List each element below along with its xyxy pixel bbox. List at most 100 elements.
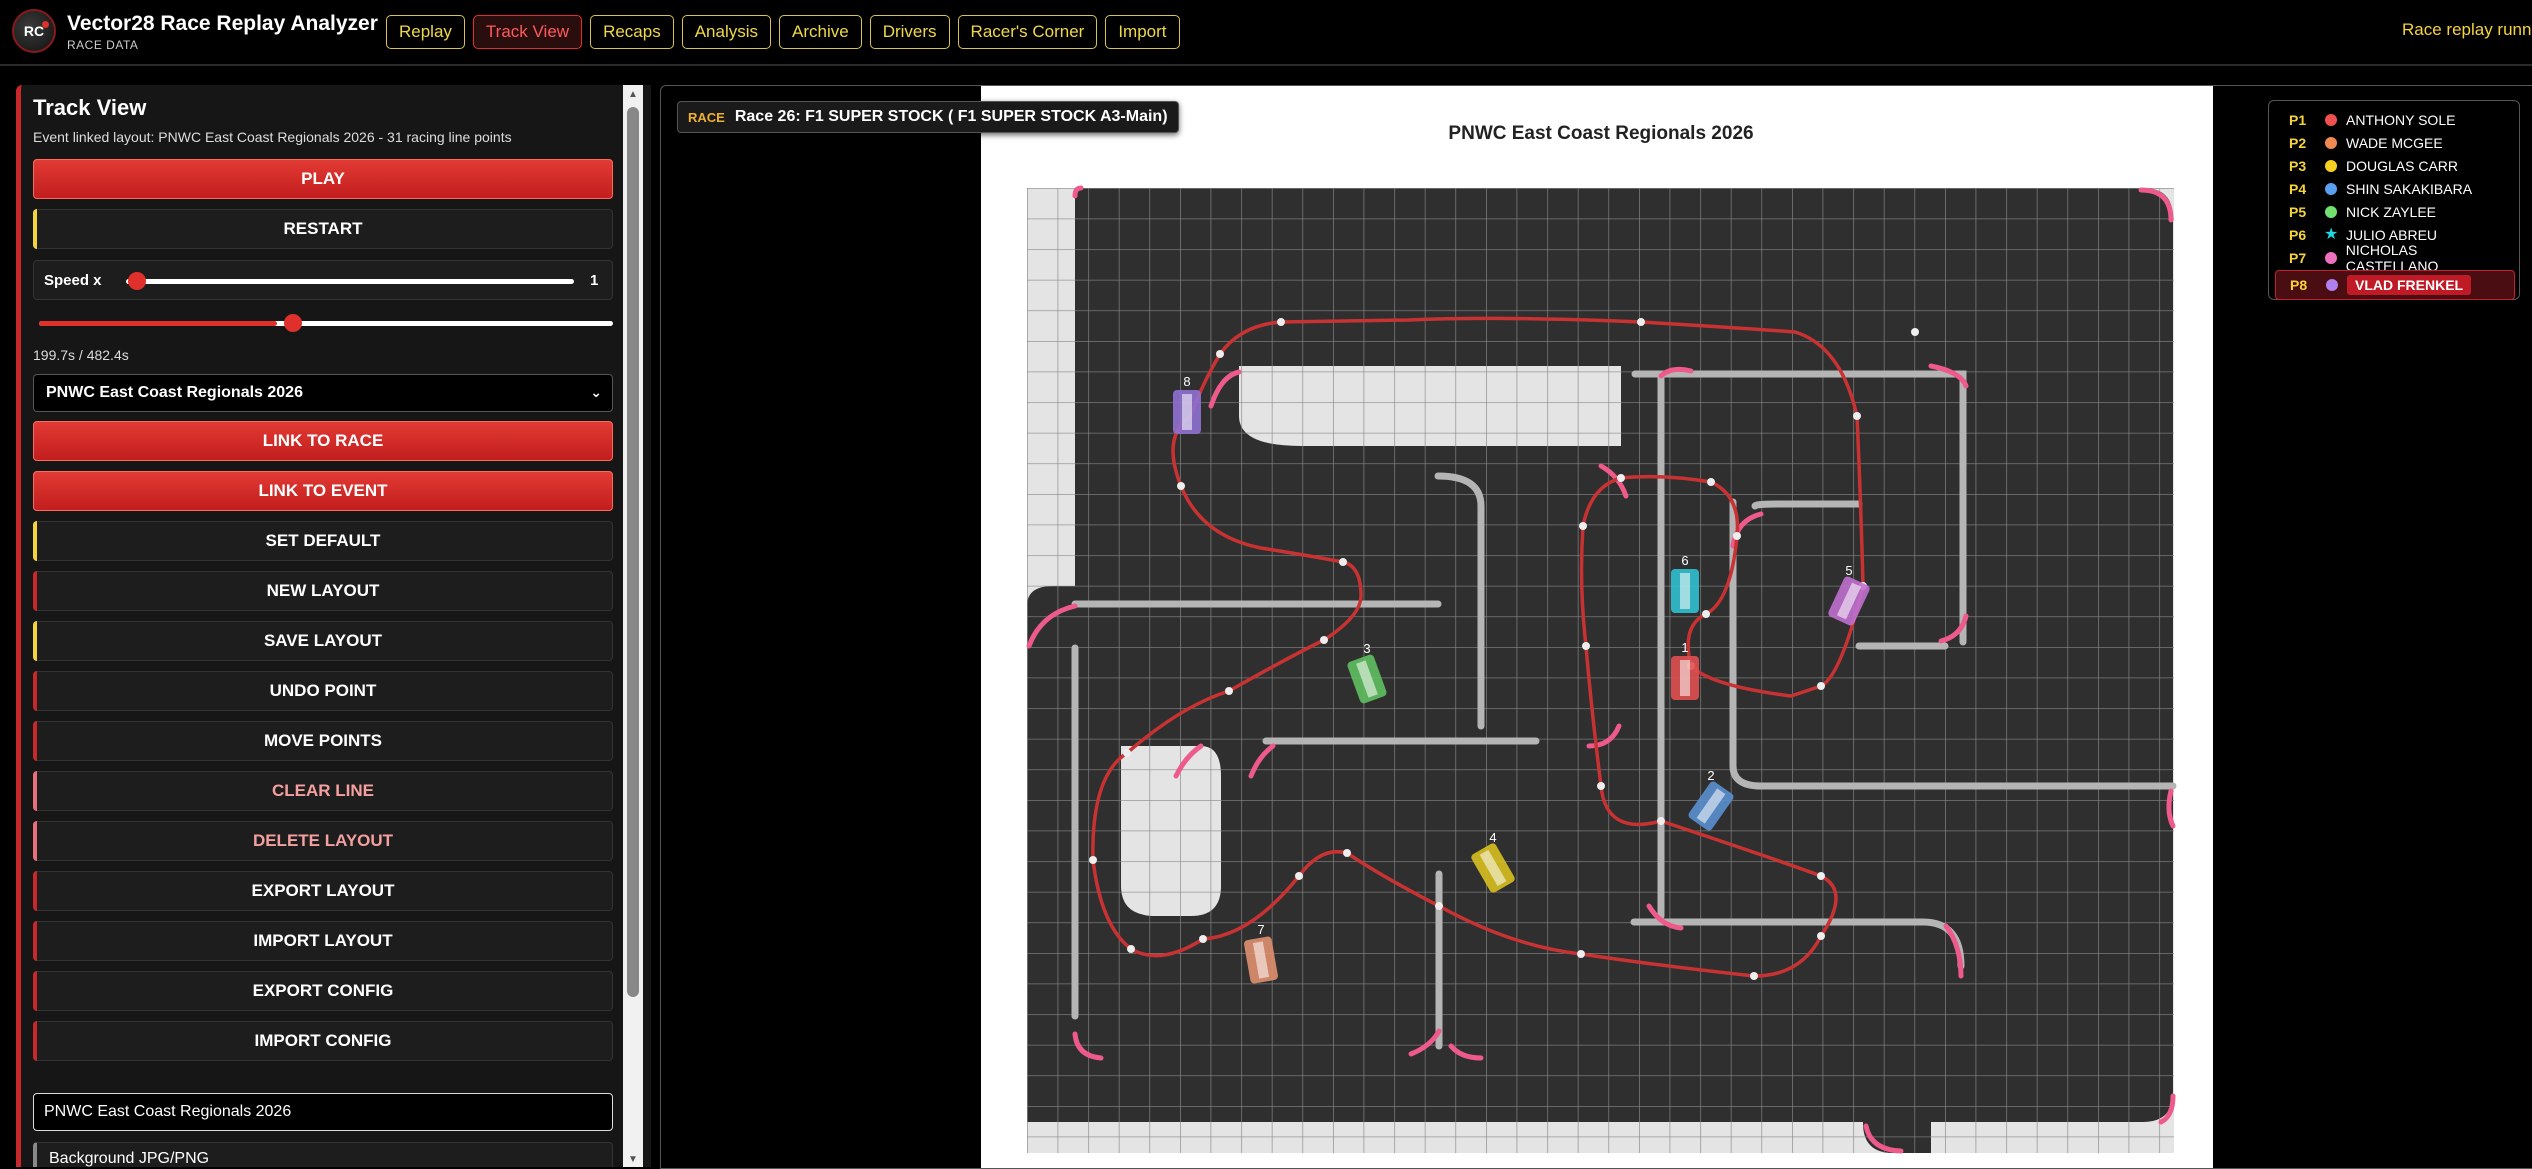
new-layout-button[interactable]: NEW LAYOUT xyxy=(33,571,613,611)
button-accent xyxy=(33,971,37,1011)
racing-line-point[interactable] xyxy=(1707,478,1715,486)
track-canvas[interactable]: PNWC East Coast Regionals 2026 12345678 xyxy=(661,86,2532,1168)
racing-line-point[interactable] xyxy=(1435,902,1443,910)
racing-line-point[interactable] xyxy=(1911,328,1919,336)
racing-line-point[interactable] xyxy=(1216,350,1224,358)
racing-line-point[interactable] xyxy=(1817,682,1825,690)
event-select[interactable]: PNWC East Coast Regionals 2026 ⌄ xyxy=(33,374,613,412)
car-marker[interactable] xyxy=(1173,390,1201,434)
racing-line-point[interactable] xyxy=(1617,474,1625,482)
legend-row[interactable]: P1 ANTHONY SOLE xyxy=(2275,109,2513,131)
driver-color-dot xyxy=(2324,252,2337,264)
timeline-slider-track[interactable] xyxy=(39,321,613,326)
racing-line-point[interactable] xyxy=(1597,782,1605,790)
legend-position: P5 xyxy=(2289,204,2307,220)
scroll-up-icon[interactable]: ▲ xyxy=(628,89,638,100)
race-name: Race 26: F1 SUPER STOCK ( F1 SUPER STOCK… xyxy=(734,108,1168,125)
racing-line-point[interactable] xyxy=(1657,817,1665,825)
star-icon: ★ xyxy=(2324,226,2339,243)
nav-import[interactable]: Import xyxy=(1105,15,1180,49)
clear-line-button[interactable]: CLEAR LINE xyxy=(33,771,613,811)
driver-color-dot xyxy=(2325,137,2337,149)
racing-line-point[interactable] xyxy=(1295,872,1303,880)
legend-row[interactable]: P4 SHIN SAKAKIBARA xyxy=(2275,178,2513,200)
nav-recaps[interactable]: Recaps xyxy=(590,15,674,49)
nav-drivers[interactable]: Drivers xyxy=(869,15,950,49)
app-title: Vector28 Race Replay Analyzer xyxy=(67,12,378,35)
racing-line-point[interactable] xyxy=(1750,972,1758,980)
scroll-thumb[interactable] xyxy=(627,107,639,997)
nav-replay[interactable]: Replay xyxy=(386,15,465,49)
status-text: Race replay running xyxy=(2402,20,2532,39)
racing-line-point[interactable] xyxy=(1817,932,1825,940)
undo-point-button[interactable]: UNDO POINT xyxy=(33,671,613,711)
restart-button[interactable]: RESTART xyxy=(33,209,613,249)
legend-row[interactable]: P5 NICK ZAYLEE xyxy=(2275,201,2513,223)
car-marker[interactable] xyxy=(1671,656,1699,700)
nav-archive[interactable]: Archive xyxy=(779,15,862,49)
car-stripe xyxy=(1182,394,1192,430)
nav-analysis[interactable]: Analysis xyxy=(681,15,772,49)
track-view-panel: Track View Event linked layout: PNWC Eas… xyxy=(16,85,651,1167)
racing-line-point[interactable] xyxy=(1339,558,1347,566)
event-name-input[interactable]: PNWC East Coast Regionals 2026 xyxy=(33,1093,613,1131)
nav-track-view[interactable]: Track View xyxy=(472,15,583,49)
legend-driver-name: NICK ZAYLEE xyxy=(2346,204,2436,220)
racing-line-point[interactable] xyxy=(1577,950,1585,958)
button-accent xyxy=(33,209,37,249)
racing-line-point[interactable] xyxy=(1702,610,1710,618)
timeline-slider-thumb[interactable] xyxy=(283,314,302,332)
racing-line-point[interactable] xyxy=(1733,532,1741,540)
car-number: 8 xyxy=(1183,374,1190,389)
legend-row[interactable]: P7 NICHOLAS CASTELLANO xyxy=(2275,242,2513,274)
set-default-button[interactable]: SET DEFAULT xyxy=(33,521,613,561)
nav-racers-corner[interactable]: Racer's Corner xyxy=(957,15,1098,49)
car-marker[interactable] xyxy=(1671,569,1699,613)
racing-line-point[interactable] xyxy=(1199,935,1207,943)
driver-color-dot xyxy=(2326,279,2338,291)
save-layout-button[interactable]: SAVE LAYOUT xyxy=(33,621,613,661)
racing-line-point[interactable] xyxy=(1343,849,1351,857)
import-layout-button[interactable]: IMPORT LAYOUT xyxy=(33,921,613,961)
delete-layout-button[interactable]: DELETE LAYOUT xyxy=(33,821,613,861)
export-config-button[interactable]: EXPORT CONFIG xyxy=(33,971,613,1011)
legend-row[interactable]: P3 DOUGLAS CARR xyxy=(2275,155,2513,177)
track-map[interactable]: PNWC East Coast Regionals 2026 1 2 3 4 5… xyxy=(660,85,2532,1169)
racing-line-point[interactable] xyxy=(1579,522,1587,530)
button-accent xyxy=(33,1021,37,1061)
racing-line-point[interactable] xyxy=(1320,636,1328,644)
logo-dot xyxy=(42,21,49,28)
play-button[interactable]: PLAY xyxy=(33,159,613,199)
background-upload[interactable]: Background JPG/PNG xyxy=(33,1142,613,1167)
track-title: PNWC East Coast Regionals 2026 xyxy=(1448,123,1753,144)
racing-line-point[interactable] xyxy=(1089,856,1097,864)
export-layout-button[interactable]: EXPORT LAYOUT xyxy=(33,871,613,911)
scroll-down-icon[interactable]: ▼ xyxy=(628,1154,638,1165)
legend-position: P2 xyxy=(2289,135,2307,151)
legend-row[interactable]: P2 WADE MCGEE xyxy=(2275,132,2513,154)
link-to-race-button[interactable]: LINK TO RACE xyxy=(33,421,613,461)
track-grid xyxy=(1027,188,2174,1153)
racing-line-point[interactable] xyxy=(1582,642,1590,650)
button-accent xyxy=(33,671,37,711)
panel-title: Track View xyxy=(33,95,147,120)
move-points-button[interactable]: MOVE POINTS xyxy=(33,721,613,761)
racing-line-point[interactable] xyxy=(1123,749,1131,757)
racing-line-point[interactable] xyxy=(1277,318,1285,326)
speed-slider-track[interactable] xyxy=(126,279,574,284)
racing-line-point[interactable] xyxy=(1225,687,1233,695)
racing-line-point[interactable] xyxy=(1127,945,1135,953)
button-accent xyxy=(33,721,37,761)
link-to-event-button[interactable]: LINK TO EVENT xyxy=(33,471,613,511)
legend-position: P3 xyxy=(2289,158,2307,174)
new-layout-label: NEW LAYOUT xyxy=(266,581,380,600)
racing-line-point[interactable] xyxy=(1637,318,1645,326)
racing-line-point[interactable] xyxy=(1853,412,1861,420)
racing-line-point[interactable] xyxy=(1177,482,1185,490)
speed-slider-thumb[interactable] xyxy=(128,272,146,290)
racing-line-point[interactable] xyxy=(1817,872,1825,880)
panel-scrollbar[interactable]: ▲ ▼ xyxy=(623,85,643,1167)
import-config-button[interactable]: IMPORT CONFIG xyxy=(33,1021,613,1061)
import-layout-label: IMPORT LAYOUT xyxy=(253,931,393,950)
legend-row[interactable]: P8 VLAD FRENKEL xyxy=(2275,270,2515,300)
